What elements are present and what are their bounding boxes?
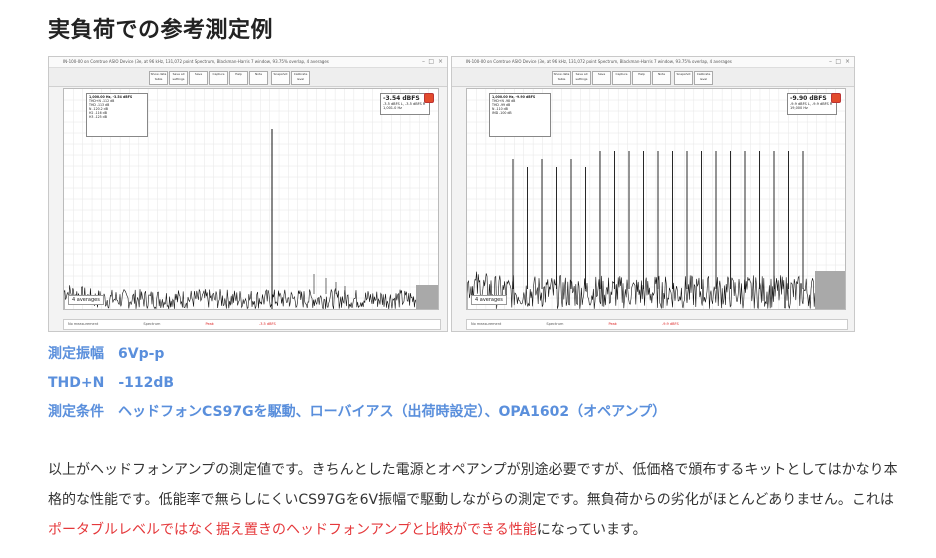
- graph-legend: No measurement Spectrum Peak -9.9 dBFS: [466, 319, 848, 330]
- legend-item[interactable]: Spectrum: [139, 320, 160, 329]
- stats-line: H3 -125 dB: [89, 115, 107, 119]
- paragraph-text: 以上がヘッドフォンアンプの測定値です。きちんとした電源とオペアンプが別途必要です…: [48, 462, 898, 508]
- maximize-icon[interactable]: □: [428, 58, 434, 65]
- note-button[interactable]: Note: [249, 71, 268, 85]
- calibrate-level-button[interactable]: Calibrate level: [694, 71, 713, 85]
- spec-thdn: THD+N -112dB: [48, 375, 175, 391]
- minimize-icon[interactable]: –: [422, 58, 425, 65]
- spec-amplitude: 測定振幅 6Vp-p: [48, 346, 165, 362]
- spectrum-screenshot-multitone: IN-100-00 on Comtrue ASIO Device (3e, at…: [451, 56, 855, 332]
- help-button[interactable]: Help: [229, 71, 248, 85]
- legend-item[interactable]: Peak: [605, 320, 617, 329]
- spectrum-screenshot-single-tone: IN-100-00 on Comtrue ASIO Device (3e, at…: [48, 56, 448, 332]
- x-axis-labels: [466, 310, 840, 316]
- highlighted-text: ポータブルレベルではなく据え置きのヘッドフォンアンプと比較ができる性能: [48, 522, 537, 538]
- calibrate-level-button[interactable]: Calibrate level: [291, 71, 310, 85]
- level-readout: -3.54 dBFS -3.5 dBFS L, -3.5 dBFS R 1,00…: [380, 93, 430, 115]
- spectrum-plot[interactable]: 1,000.00 Hz, -9.90 dBFS THD+N -98 dB THD…: [466, 88, 846, 310]
- y-axis-labels: [452, 88, 465, 308]
- legend-item[interactable]: Peak: [202, 320, 214, 329]
- capture-button[interactable]: Capture: [209, 71, 228, 85]
- x-axis-labels: [63, 310, 437, 316]
- capture-button[interactable]: Capture: [612, 71, 631, 85]
- averages-label: 4 averages: [471, 295, 507, 305]
- page-heading: 実負荷での参考測定例: [48, 18, 274, 43]
- noise-floor-region: [815, 271, 845, 309]
- paragraph-text: になっています。: [536, 522, 647, 538]
- legend-item[interactable]: No measurement: [467, 320, 501, 329]
- window-title: IN-100-00 on Comtrue ASIO Device (3e, at…: [49, 57, 447, 68]
- close-icon[interactable]: ×: [845, 58, 850, 65]
- y-axis-labels: [49, 88, 62, 308]
- close-icon[interactable]: ×: [438, 58, 443, 65]
- close-panel-icon[interactable]: [831, 93, 841, 103]
- readout-line: 19,000 Hz: [790, 106, 808, 110]
- save-all-settings-button[interactable]: Save all settings: [169, 71, 188, 85]
- window-title: IN-100-00 on Comtrue ASIO Device (3e, at…: [452, 57, 854, 68]
- save-button[interactable]: Save: [189, 71, 208, 85]
- show-data-table-button[interactable]: Show data table: [149, 71, 168, 85]
- measurement-stats-panel: 1,000.00 Hz, -3.54 dBFS THD+N -112 dB TH…: [86, 93, 148, 137]
- close-panel-icon[interactable]: [424, 93, 434, 103]
- toolbar: Show data table Save all settings Save C…: [452, 68, 854, 87]
- spectrum-plot[interactable]: 1,000.00 Hz, -3.54 dBFS THD+N -112 dB TH…: [63, 88, 439, 310]
- noise-floor-region: [416, 285, 438, 309]
- legend-item[interactable]: Spectrum: [542, 320, 563, 329]
- note-button[interactable]: Note: [652, 71, 671, 85]
- maximize-icon[interactable]: □: [835, 58, 841, 65]
- stats-line: IMD -100 dB: [492, 111, 512, 115]
- body-paragraph: 以上がヘッドフォンアンプの測定値です。きちんとした電源とオペアンプが別途必要です…: [48, 455, 900, 545]
- averages-label: 4 averages: [68, 295, 104, 305]
- spec-conditions: 測定条件 ヘッドフォンCS97Gを駆動、ローバイアス（出荷時設定）、OPA160…: [48, 404, 667, 420]
- minimize-icon[interactable]: –: [829, 58, 832, 65]
- snapshot-button[interactable]: Snapshot: [271, 71, 290, 85]
- legend-item: -9.9 dBFS: [661, 322, 679, 326]
- level-readout: -9.90 dBFS -9.9 dBFS L, -9.9 dBFS R 19,0…: [787, 93, 837, 115]
- legend-item[interactable]: No measurement: [64, 320, 98, 329]
- measurement-screenshots: IN-100-00 on Comtrue ASIO Device (3e, at…: [48, 56, 855, 332]
- snapshot-button[interactable]: Snapshot: [674, 71, 693, 85]
- legend-item: -3.5 dBFS: [258, 322, 276, 326]
- graph-legend: No measurement Spectrum Peak -3.5 dBFS: [63, 319, 441, 330]
- readout-line: 1,001.0 Hz: [383, 106, 402, 110]
- readout-value: -3.54 dBFS: [383, 95, 420, 102]
- readout-value: -9.90 dBFS: [790, 95, 827, 102]
- save-button[interactable]: Save: [592, 71, 611, 85]
- measurement-stats-panel: 1,000.00 Hz, -9.90 dBFS THD+N -98 dB THD…: [489, 93, 551, 137]
- toolbar: Show data table Save all settings Save C…: [49, 68, 447, 87]
- show-data-table-button[interactable]: Show data table: [552, 71, 571, 85]
- save-all-settings-button[interactable]: Save all settings: [572, 71, 591, 85]
- help-button[interactable]: Help: [632, 71, 651, 85]
